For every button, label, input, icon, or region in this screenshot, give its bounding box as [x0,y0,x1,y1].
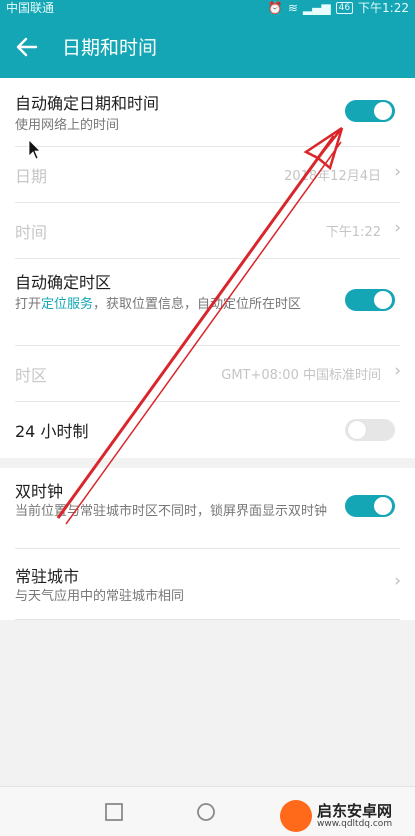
chevron-right-icon: › [394,361,401,381]
watermark-text: 启东安卓网 www.qdltdq.com [317,803,392,829]
hour24-label: 24 小时制 [15,422,89,441]
sub-text: ，获取位置信息，自动定位所在时区 [93,297,302,312]
auto-timezone-label: 自动确定时区 [15,273,112,292]
auto-timezone-row[interactable]: 自动确定时区 打开定位服务，获取位置信息，自动定位所在时区 [0,259,415,345]
hour24-row[interactable]: 24 小时制 [0,402,415,458]
home-city-label: 常驻城市 [15,567,80,586]
timezone-row[interactable]: 时区 GMT+08:00 中国标准时间 › [0,346,415,401]
date-label: 日期 [15,167,48,186]
toggle-knob [374,497,392,515]
hour24-toggle[interactable] [345,419,395,441]
status-icons: ⏰ ≋ ▂▄▆ 46 下午1:22 [268,0,409,16]
watermark-name: 启东安卓网 [317,802,393,820]
dual-clock-label: 双时钟 [15,482,64,501]
chevron-right-icon: › [394,571,401,591]
date-row[interactable]: 日期 2018年12月4日 › [0,147,415,202]
auto-datetime-label: 自动确定日期和时间 [15,94,160,113]
location-service-link[interactable]: 定位服务 [41,297,93,312]
page-title: 日期和时间 [62,37,158,59]
timezone-label: 时区 [15,366,48,385]
watermark: 启东安卓网 www.qdltdq.com [280,800,392,832]
back-arrow-icon[interactable] [10,30,44,64]
dual-clock-row[interactable]: 双时钟 当前位置与常驻城市时区不同时，锁屏界面显示双时钟 [0,468,415,548]
recent-apps-icon[interactable] [104,802,124,822]
status-bar: 中国联通 ⏰ ≋ ▂▄▆ 46 下午1:22 [0,0,415,16]
auto-datetime-row[interactable]: 自动确定日期和时间 使用网络上的时间 [0,78,415,146]
datetime-settings-group: 自动确定日期和时间 使用网络上的时间 日期 2018年12月4日 › 时间 下午… [0,78,415,458]
auto-timezone-toggle[interactable] [345,289,395,311]
clock-settings-group: 双时钟 当前位置与常驻城市时区不同时，锁屏界面显示双时钟 常驻城市 与天气应用中… [0,468,415,620]
timezone-value: GMT+08:00 中国标准时间 [221,368,381,383]
home-city-sub: 与天气应用中的常驻城市相同 [15,589,185,604]
sub-text: 打开 [15,297,42,312]
wifi-icon: ≋ [287,1,298,15]
alarm-icon: ⏰ [267,1,283,15]
auto-datetime-sub: 使用网络上的时间 [15,118,120,133]
home-icon[interactable] [196,802,216,822]
time-label: 时间 [15,223,48,242]
app-bar: 日期和时间 [0,16,415,78]
chevron-right-icon: › [394,218,401,238]
time-value: 下午1:22 [325,225,381,240]
toggle-knob [374,102,392,120]
watermark-url: www.qdltdq.com [317,819,393,829]
divider [15,619,400,620]
carrier-name: 中国联通 [6,1,55,15]
signal-icon: ▂▄▆ [302,1,331,15]
home-city-row[interactable]: 常驻城市 与天气应用中的常驻城市相同 › [0,549,415,619]
date-value: 2018年12月4日 [284,169,381,184]
dual-clock-sub: 当前位置与常驻城市时区不同时，锁屏界面显示双时钟 [15,504,328,519]
toggle-knob [348,421,366,439]
status-time: 下午1:22 [358,1,409,15]
watermark-logo-icon [280,800,312,832]
battery-icon: 46 [335,2,354,14]
time-row[interactable]: 时间 下午1:22 › [0,203,415,258]
auto-timezone-sub: 打开定位服务，获取位置信息，自动定位所在时区 [15,295,355,314]
dual-clock-toggle[interactable] [345,495,395,517]
toggle-knob [374,291,392,309]
chevron-right-icon: › [394,162,401,182]
auto-datetime-toggle[interactable] [345,100,395,122]
